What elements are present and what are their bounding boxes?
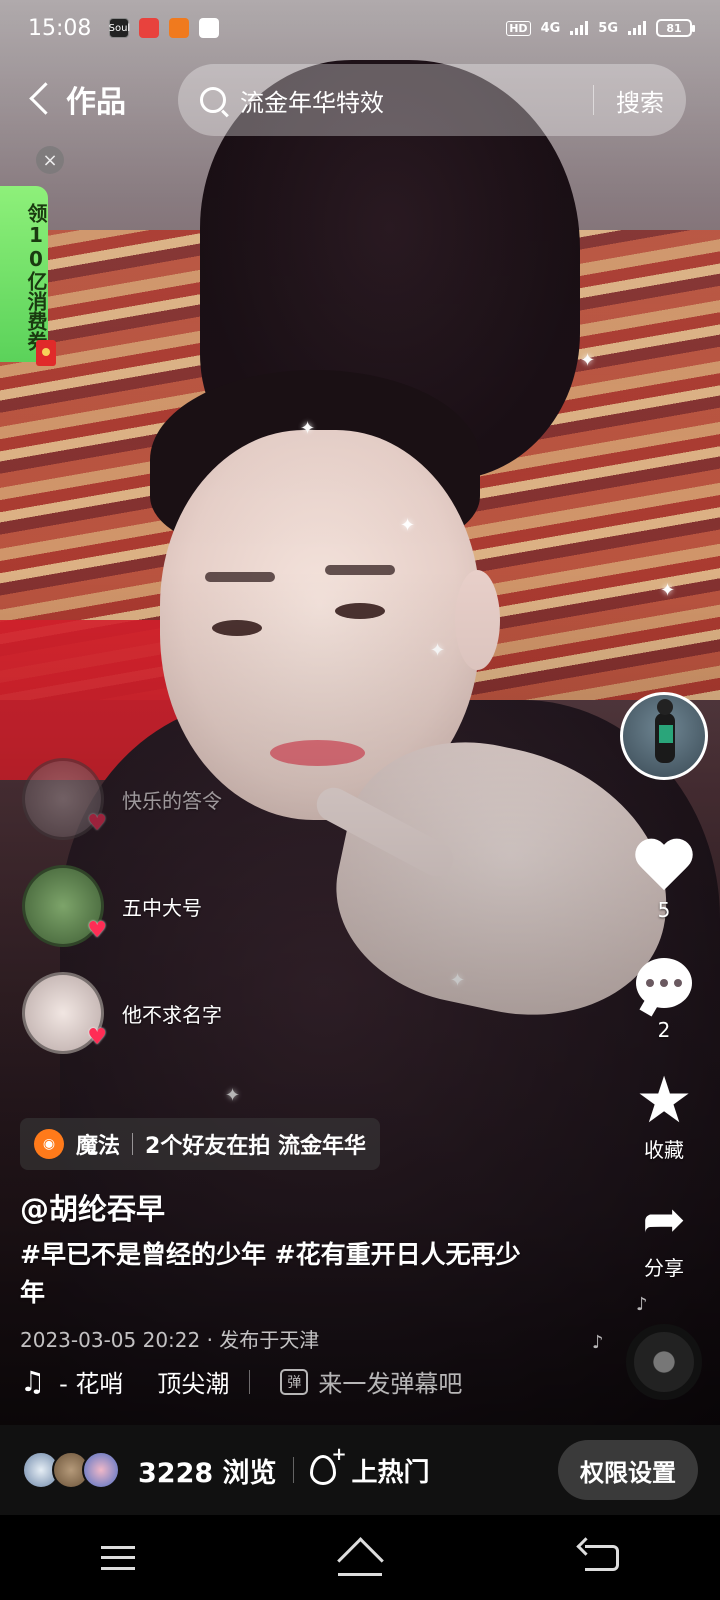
comment-button[interactable]: 2 <box>626 958 702 1042</box>
search-icon <box>200 87 226 113</box>
status-bar: 15:08 Soul HD 4G 5G 81 <box>0 0 720 56</box>
battery-icon: 81 <box>656 19 695 37</box>
music-disc-icon[interactable] <box>626 1324 702 1400</box>
comment-count: 2 <box>657 1018 671 1042</box>
avatar: ♥ <box>22 758 107 840</box>
share-label: 分享 <box>644 1256 684 1280</box>
back-icon[interactable] <box>584 1544 619 1571</box>
friend-name: 他不求名字 <box>122 1002 222 1027</box>
search-bar[interactable]: 流金年华特效 搜索 <box>178 64 686 136</box>
battery-level: 81 <box>666 21 682 35</box>
close-icon[interactable]: × <box>36 146 64 174</box>
promote-button[interactable]: 上热门 <box>309 1444 430 1489</box>
like-button[interactable]: 5 <box>626 840 702 922</box>
share-button[interactable]: ➦ 分享 <box>626 1192 702 1281</box>
author-name[interactable]: @胡纶吞早 <box>20 1186 165 1228</box>
top-navigation: 作品 流金年华特效 搜索 <box>0 62 720 136</box>
avatar: ♥ <box>22 865 107 947</box>
search-divider <box>593 85 594 115</box>
effect-friends-text: 2个好友在拍 流金年华 <box>145 1134 366 1159</box>
music-title: - 花哨 <box>59 1370 124 1398</box>
app-notification-icon <box>169 18 190 38</box>
star-icon: ★ <box>635 1064 693 1138</box>
post-caption[interactable]: #早已不是曾经的少年 #花有重开日人无再少年 <box>20 1236 540 1312</box>
search-button[interactable]: 搜索 <box>616 83 664 118</box>
page-title: 作品 <box>66 85 126 120</box>
music-note-icon: ♫ <box>20 1365 46 1398</box>
promote-label: 上热门 <box>351 1457 430 1488</box>
danmaku-icon: 弹 <box>280 1368 309 1395</box>
avatar <box>82 1451 120 1489</box>
friend-like-item[interactable]: ♥ 快乐的答令 <box>22 758 222 840</box>
music-note-icon: ♪ <box>636 1294 648 1315</box>
tag-divider <box>132 1133 134 1155</box>
effect-tag[interactable]: ◉ 魔法 2个好友在拍 流金年华 <box>20 1118 380 1170</box>
avatar: ♥ <box>22 972 107 1054</box>
author-avatar[interactable] <box>620 692 708 780</box>
promo-coupon-tab[interactable]: 领10亿消费券 <box>0 186 48 362</box>
network-4g-label: 4G <box>540 20 561 36</box>
system-navigation-bar <box>0 1515 720 1600</box>
music-row[interactable]: ♫ - 花哨 顶尖潮 弹 来一发弹幕吧 <box>20 1364 462 1399</box>
heart-icon <box>634 840 694 894</box>
effect-name: 魔法 <box>76 1134 121 1159</box>
chevron-left-icon[interactable] <box>22 77 66 121</box>
music-divider <box>249 1369 251 1394</box>
permission-settings-button[interactable]: 权限设置 <box>558 1440 698 1500</box>
home-icon[interactable] <box>337 1544 382 1576</box>
post-meta: 2023-03-05 20:22 · 发布于天津 <box>20 1328 320 1352</box>
hd-icon: HD <box>506 20 531 36</box>
view-count[interactable]: 3228 浏览 <box>138 1451 277 1490</box>
magic-effect-icon: ◉ <box>34 1129 64 1159</box>
status-time: 15:08 <box>28 15 92 41</box>
signal-icon <box>628 21 646 35</box>
red-envelope-icon <box>36 340 56 366</box>
menu-icon[interactable] <box>101 1545 136 1570</box>
favorite-button[interactable]: ★ 收藏 <box>626 1064 702 1163</box>
app-notification-icon <box>139 18 160 38</box>
share-arrow-icon: ➦ <box>642 1190 686 1250</box>
music-author: 顶尖潮 <box>157 1370 230 1398</box>
flame-plus-icon <box>309 1444 347 1485</box>
danmaku-placeholder: 来一发弹幕吧 <box>318 1370 463 1398</box>
bottom-stats-bar: 3228 浏览 上热门 权限设置 <box>0 1425 720 1515</box>
avatar-figure <box>655 699 675 763</box>
soul-app-icon: Soul <box>109 18 130 38</box>
network-5g-label: 5G <box>598 20 618 36</box>
like-count: 5 <box>657 898 671 922</box>
friend-name: 快乐的答令 <box>122 788 222 813</box>
search-input[interactable]: 流金年华特效 <box>240 83 593 118</box>
comment-icon <box>636 958 692 1008</box>
viewer-avatars[interactable] <box>22 1451 120 1489</box>
signal-icon <box>570 21 589 35</box>
message-notification-icon <box>199 18 220 38</box>
heart-icon: ♥ <box>87 811 107 836</box>
heart-icon: ♥ <box>87 1025 107 1050</box>
danmaku-input[interactable]: 弹 来一发弹幕吧 <box>280 1364 462 1399</box>
heart-icon: ♥ <box>87 918 107 943</box>
stats-divider <box>292 1457 294 1483</box>
friend-like-item[interactable]: ♥ 五中大号 <box>22 865 202 947</box>
friend-name: 五中大号 <box>122 895 202 920</box>
music-note-icon: ♪ <box>592 1332 604 1353</box>
friend-like-item[interactable]: ♥ 他不求名字 <box>22 972 222 1054</box>
favorite-label: 收藏 <box>644 1138 684 1162</box>
